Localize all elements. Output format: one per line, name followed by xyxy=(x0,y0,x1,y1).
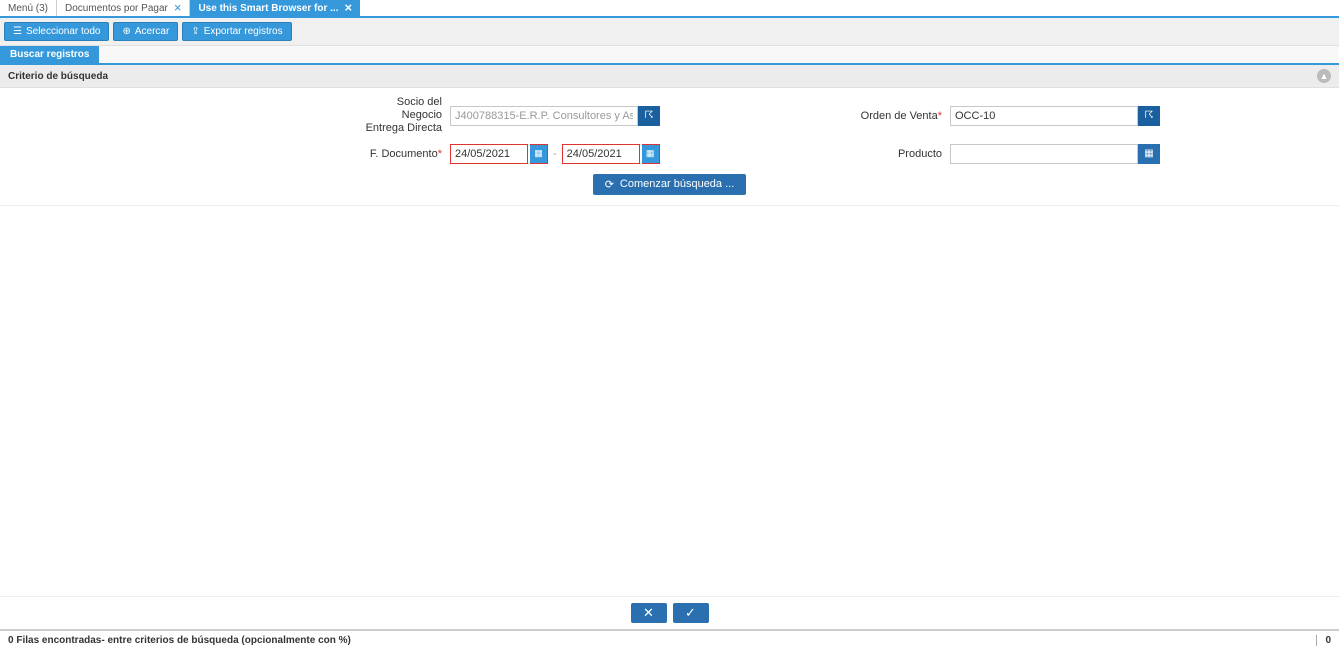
producto-field: ▦ xyxy=(950,144,1160,164)
tab-menu-label: Menú (3) xyxy=(8,3,48,14)
cancel-button[interactable]: ✕ xyxy=(631,603,667,623)
start-search-button[interactable]: ⟳ Comenzar búsqueda ... xyxy=(593,174,747,195)
close-icon[interactable]: × xyxy=(345,3,353,13)
collapse-icon[interactable]: ▲ xyxy=(1317,69,1331,83)
date-from-picker-button[interactable]: ▦ xyxy=(530,144,548,164)
arrow-icon: ☈ xyxy=(1145,110,1154,121)
export-button[interactable]: ⇪ Exportar registros xyxy=(182,22,291,41)
results-area xyxy=(0,206,1339,596)
export-icon: ⇪ xyxy=(191,26,199,37)
date-separator: - xyxy=(550,148,560,160)
search-criteria-form: Socio del Negocio Entrega Directa ☈ Orde… xyxy=(0,88,1339,206)
tab-documentos-por-pagar[interactable]: Documentos por Pagar × xyxy=(57,0,190,16)
calendar-icon: ▦ xyxy=(534,148,543,159)
orden-venta-input[interactable] xyxy=(950,106,1138,126)
status-bar: 0 Filas encontradas- entre criterios de … xyxy=(0,629,1339,650)
list-icon: ☰ xyxy=(13,26,22,37)
producto-label: Producto xyxy=(690,148,950,160)
criteria-header: Criterio de búsqueda ▲ xyxy=(0,65,1339,88)
product-icon: ▦ xyxy=(1144,148,1153,159)
orden-lookup-button[interactable]: ☈ xyxy=(1138,106,1160,126)
zoom-label: Acercar xyxy=(135,26,169,37)
search-btn-label: Comenzar búsqueda ... xyxy=(620,178,734,190)
orden-venta-label: Orden de Venta* xyxy=(690,110,950,122)
tab-smart-browser[interactable]: Use this Smart Browser for ... × xyxy=(190,0,360,16)
date-to-picker-button[interactable]: ▦ xyxy=(642,144,660,164)
socio-negocio-input[interactable] xyxy=(450,106,638,126)
tab-docs-label: Documentos por Pagar xyxy=(65,3,168,14)
sub-tab-label: Buscar registros xyxy=(10,49,89,60)
close-icon: ✕ xyxy=(643,605,654,621)
status-message: 0 Filas encontradas- entre criterios de … xyxy=(8,635,351,646)
export-label: Exportar registros xyxy=(204,26,283,37)
zoom-button[interactable]: ⊕ Acercar xyxy=(113,22,178,41)
select-all-label: Seleccionar todo xyxy=(26,26,101,37)
panel-tabs: Buscar registros xyxy=(0,46,1339,65)
ok-button[interactable]: ✓ xyxy=(673,603,709,623)
date-from-input[interactable] xyxy=(450,144,528,164)
select-all-button[interactable]: ☰ Seleccionar todo xyxy=(4,22,109,41)
zoom-icon: ⊕ xyxy=(122,26,130,37)
tab-menu[interactable]: Menú (3) xyxy=(0,0,57,16)
producto-input[interactable] xyxy=(950,144,1138,164)
producto-lookup-button[interactable]: ▦ xyxy=(1138,144,1160,164)
socio-negocio-label: Socio del Negocio Entrega Directa xyxy=(0,96,450,136)
orden-venta-field: ☈ xyxy=(950,106,1160,126)
status-count: 0 xyxy=(1316,635,1331,646)
socio-lookup-button[interactable]: ☈ xyxy=(638,106,660,126)
tab-active-label: Use this Smart Browser for ... xyxy=(198,3,338,14)
refresh-icon: ⟳ xyxy=(605,178,614,191)
user-icon: ☈ xyxy=(645,110,654,121)
tab-buscar-registros[interactable]: Buscar registros xyxy=(0,46,99,63)
calendar-icon: ▦ xyxy=(646,148,655,159)
close-icon[interactable]: × xyxy=(174,3,182,13)
date-range-field: ▦ - ▦ xyxy=(450,144,660,164)
date-to-input[interactable] xyxy=(562,144,640,164)
window-tabs: Menú (3) Documentos por Pagar × Use this… xyxy=(0,0,1339,18)
check-icon: ✓ xyxy=(685,605,696,621)
toolbar: ☰ Seleccionar todo ⊕ Acercar ⇪ Exportar … xyxy=(0,18,1339,46)
criteria-title: Criterio de búsqueda xyxy=(8,71,108,82)
footer-actions: ✕ ✓ xyxy=(0,596,1339,629)
f-documento-label: F. Documento* xyxy=(0,148,450,160)
socio-negocio-field: ☈ xyxy=(450,106,660,126)
